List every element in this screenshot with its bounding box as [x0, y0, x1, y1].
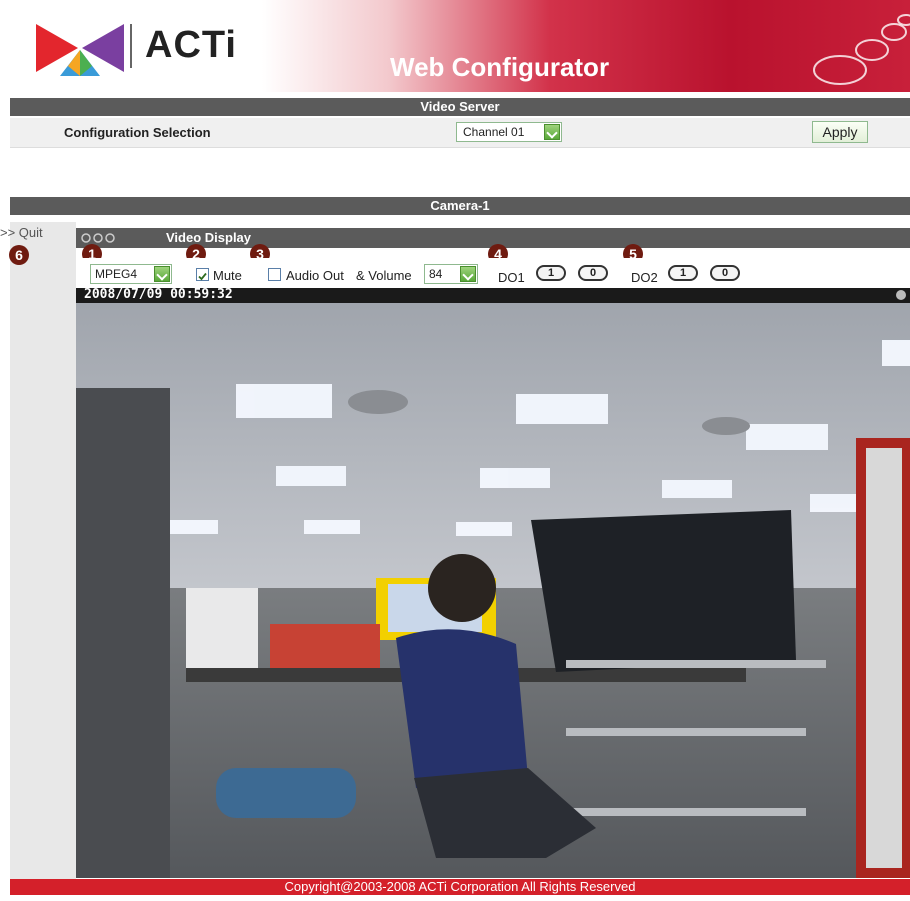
- quit-link[interactable]: >> Quit: [0, 225, 43, 240]
- codec-select-value: MPEG4: [95, 267, 138, 281]
- video-server-bar: Video Server: [10, 98, 910, 116]
- header-banner: ACTi Web Configurator: [10, 0, 910, 92]
- codec-select[interactable]: MPEG4: [90, 264, 172, 284]
- camera-bar: Camera-1: [10, 197, 910, 215]
- do2-label: DO2: [631, 270, 658, 285]
- do2-on-button[interactable]: 1: [668, 265, 698, 281]
- footer-copyright: Copyright@2003-2008 ACTi Corporation All…: [10, 879, 910, 895]
- timestamp: 2008/07/09 00:59:32: [84, 288, 233, 302]
- chevron-down-icon[interactable]: [544, 124, 560, 140]
- volume-label: & Volume: [356, 268, 412, 283]
- video-close-icon[interactable]: [896, 290, 906, 300]
- mute-label: Mute: [213, 268, 242, 283]
- video-display-title: Video Display: [166, 230, 252, 245]
- configuration-row: Configuration Selection Channel 01 Apply: [10, 118, 910, 148]
- volume-select-value: 84: [429, 267, 443, 281]
- check-icon: [198, 272, 207, 281]
- marker-6: 6: [9, 245, 29, 265]
- left-sidebar: [10, 222, 76, 879]
- do2-off-button[interactable]: 0: [710, 265, 740, 281]
- channel-select[interactable]: Channel 01: [456, 122, 562, 142]
- chevron-down-icon[interactable]: [460, 266, 476, 282]
- audio-out-label: Audio Out: [286, 268, 344, 283]
- brand-name: ACTi: [145, 24, 237, 66]
- mute-checkbox[interactable]: [196, 268, 209, 281]
- audio-out-checkbox[interactable]: [268, 268, 281, 281]
- video-feed[interactable]: 2008/07/09 00:59:32: [76, 288, 910, 878]
- acti-logo-icon: [34, 20, 134, 80]
- app-title: Web Configurator: [390, 52, 610, 82]
- configuration-selection-label: Configuration Selection: [64, 125, 211, 140]
- chevron-down-icon[interactable]: [154, 266, 170, 282]
- volume-select[interactable]: 84: [424, 264, 478, 284]
- do1-label: DO1: [498, 270, 525, 285]
- timestamp-bar: 2008/07/09 00:59:32: [76, 288, 910, 303]
- decorative-rings-icon: [800, 14, 910, 92]
- apply-button[interactable]: Apply: [812, 121, 868, 143]
- do1-off-button[interactable]: 0: [578, 265, 608, 281]
- camera-image: [76, 288, 910, 878]
- logo-divider: [130, 24, 132, 68]
- video-controls-row: MPEG4 Mute Audio Out & Volume 84 DO1 1 0…: [76, 258, 910, 288]
- do1-on-button[interactable]: 1: [536, 265, 566, 281]
- channel-select-value: Channel 01: [463, 125, 525, 139]
